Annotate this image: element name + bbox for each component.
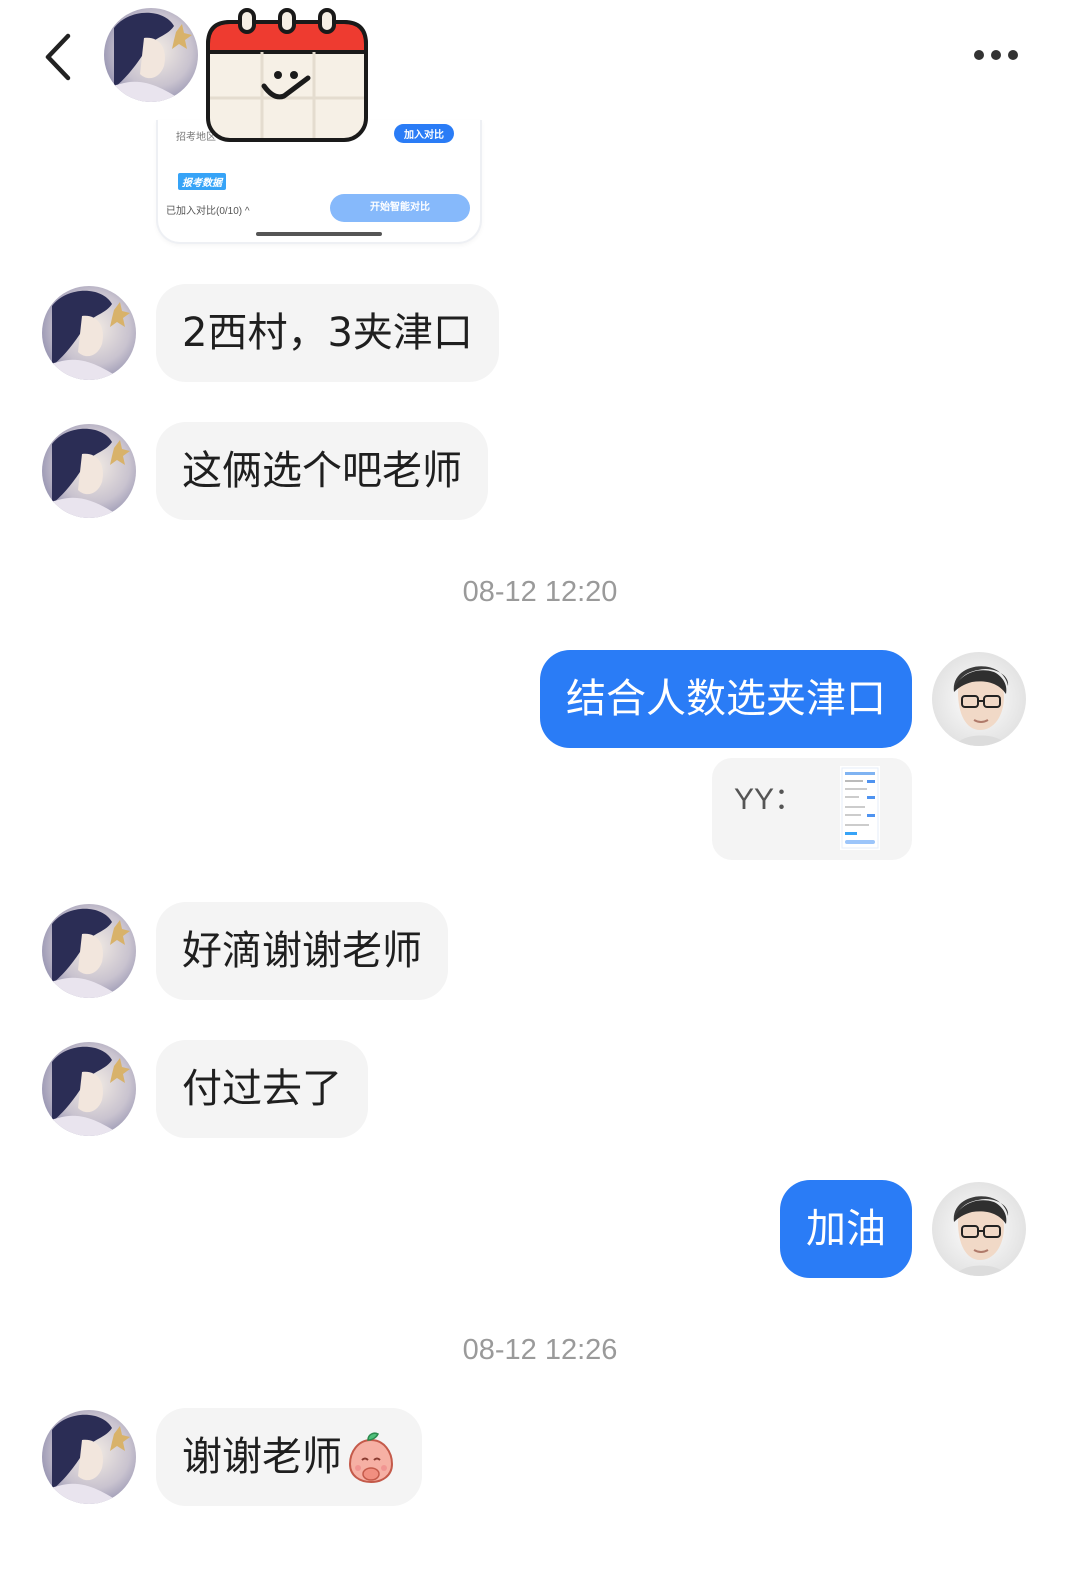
message-text: 2西村，3夹津口	[182, 310, 473, 356]
exam-data-tag: 报考数据	[178, 173, 226, 190]
quoted-message[interactable]: YY：	[712, 758, 912, 860]
added-count-label[interactable]: 已加入对比(0/10) ^	[166, 202, 250, 217]
message-text: 付过去了	[182, 1066, 342, 1112]
home-indicator-bar	[256, 232, 382, 236]
girl-portrait-icon	[42, 904, 136, 998]
girl-portrait-icon	[104, 8, 198, 102]
own-avatar[interactable]	[932, 1182, 1026, 1276]
timestamp: 08-12 12:26	[462, 1334, 618, 1366]
girl-portrait-icon	[42, 286, 136, 380]
message-text: 好滴谢谢老师	[182, 928, 422, 974]
message-bubble-incoming[interactable]: 2西村，3夹津口	[156, 284, 499, 382]
add-compare-button[interactable]: 加入对比	[394, 124, 454, 143]
more-options-button[interactable]	[968, 38, 1024, 72]
contact-avatar[interactable]	[42, 286, 136, 380]
message-text: 这俩选个吧老师	[182, 448, 462, 494]
message-text: 谢谢老师	[182, 1434, 342, 1480]
girl-portrait-icon	[42, 1410, 136, 1504]
message-bubble-incoming[interactable]: 谢谢老师	[156, 1408, 422, 1506]
contact-avatar[interactable]	[42, 1042, 136, 1136]
message-bubble-incoming[interactable]: 这俩选个吧老师	[156, 422, 488, 520]
own-avatar[interactable]	[932, 652, 1026, 746]
timestamp: 08-12 12:20	[462, 576, 618, 608]
chevron-left-icon	[45, 33, 71, 81]
quoted-image-thumbnail[interactable]	[840, 766, 880, 850]
message-bubble-incoming[interactable]: 付过去了	[156, 1040, 368, 1138]
boy-portrait-icon	[932, 1182, 1026, 1276]
quote-sender-name: YY：	[734, 783, 805, 816]
message-text: 加油	[806, 1206, 886, 1252]
message-text: 结合人数选夹津口	[566, 676, 886, 722]
peach-pray-emoji-icon	[346, 1430, 396, 1484]
contact-avatar[interactable]	[42, 1410, 136, 1504]
girl-portrait-icon	[42, 1042, 136, 1136]
calendar-sticker-icon	[204, 8, 370, 144]
back-button[interactable]	[36, 28, 86, 86]
girl-portrait-icon	[42, 424, 136, 518]
contact-avatar[interactable]	[42, 904, 136, 998]
start-smart-compare-button[interactable]: 开始智能对比	[330, 194, 470, 222]
boy-portrait-icon	[932, 652, 1026, 746]
message-bubble-incoming[interactable]: 好滴谢谢老师	[156, 902, 448, 1000]
contact-avatar[interactable]	[42, 424, 136, 518]
message-bubble-outgoing[interactable]: 加油	[780, 1180, 912, 1278]
contact-avatar-header[interactable]	[104, 8, 198, 102]
message-bubble-outgoing[interactable]: 结合人数选夹津口	[540, 650, 912, 748]
